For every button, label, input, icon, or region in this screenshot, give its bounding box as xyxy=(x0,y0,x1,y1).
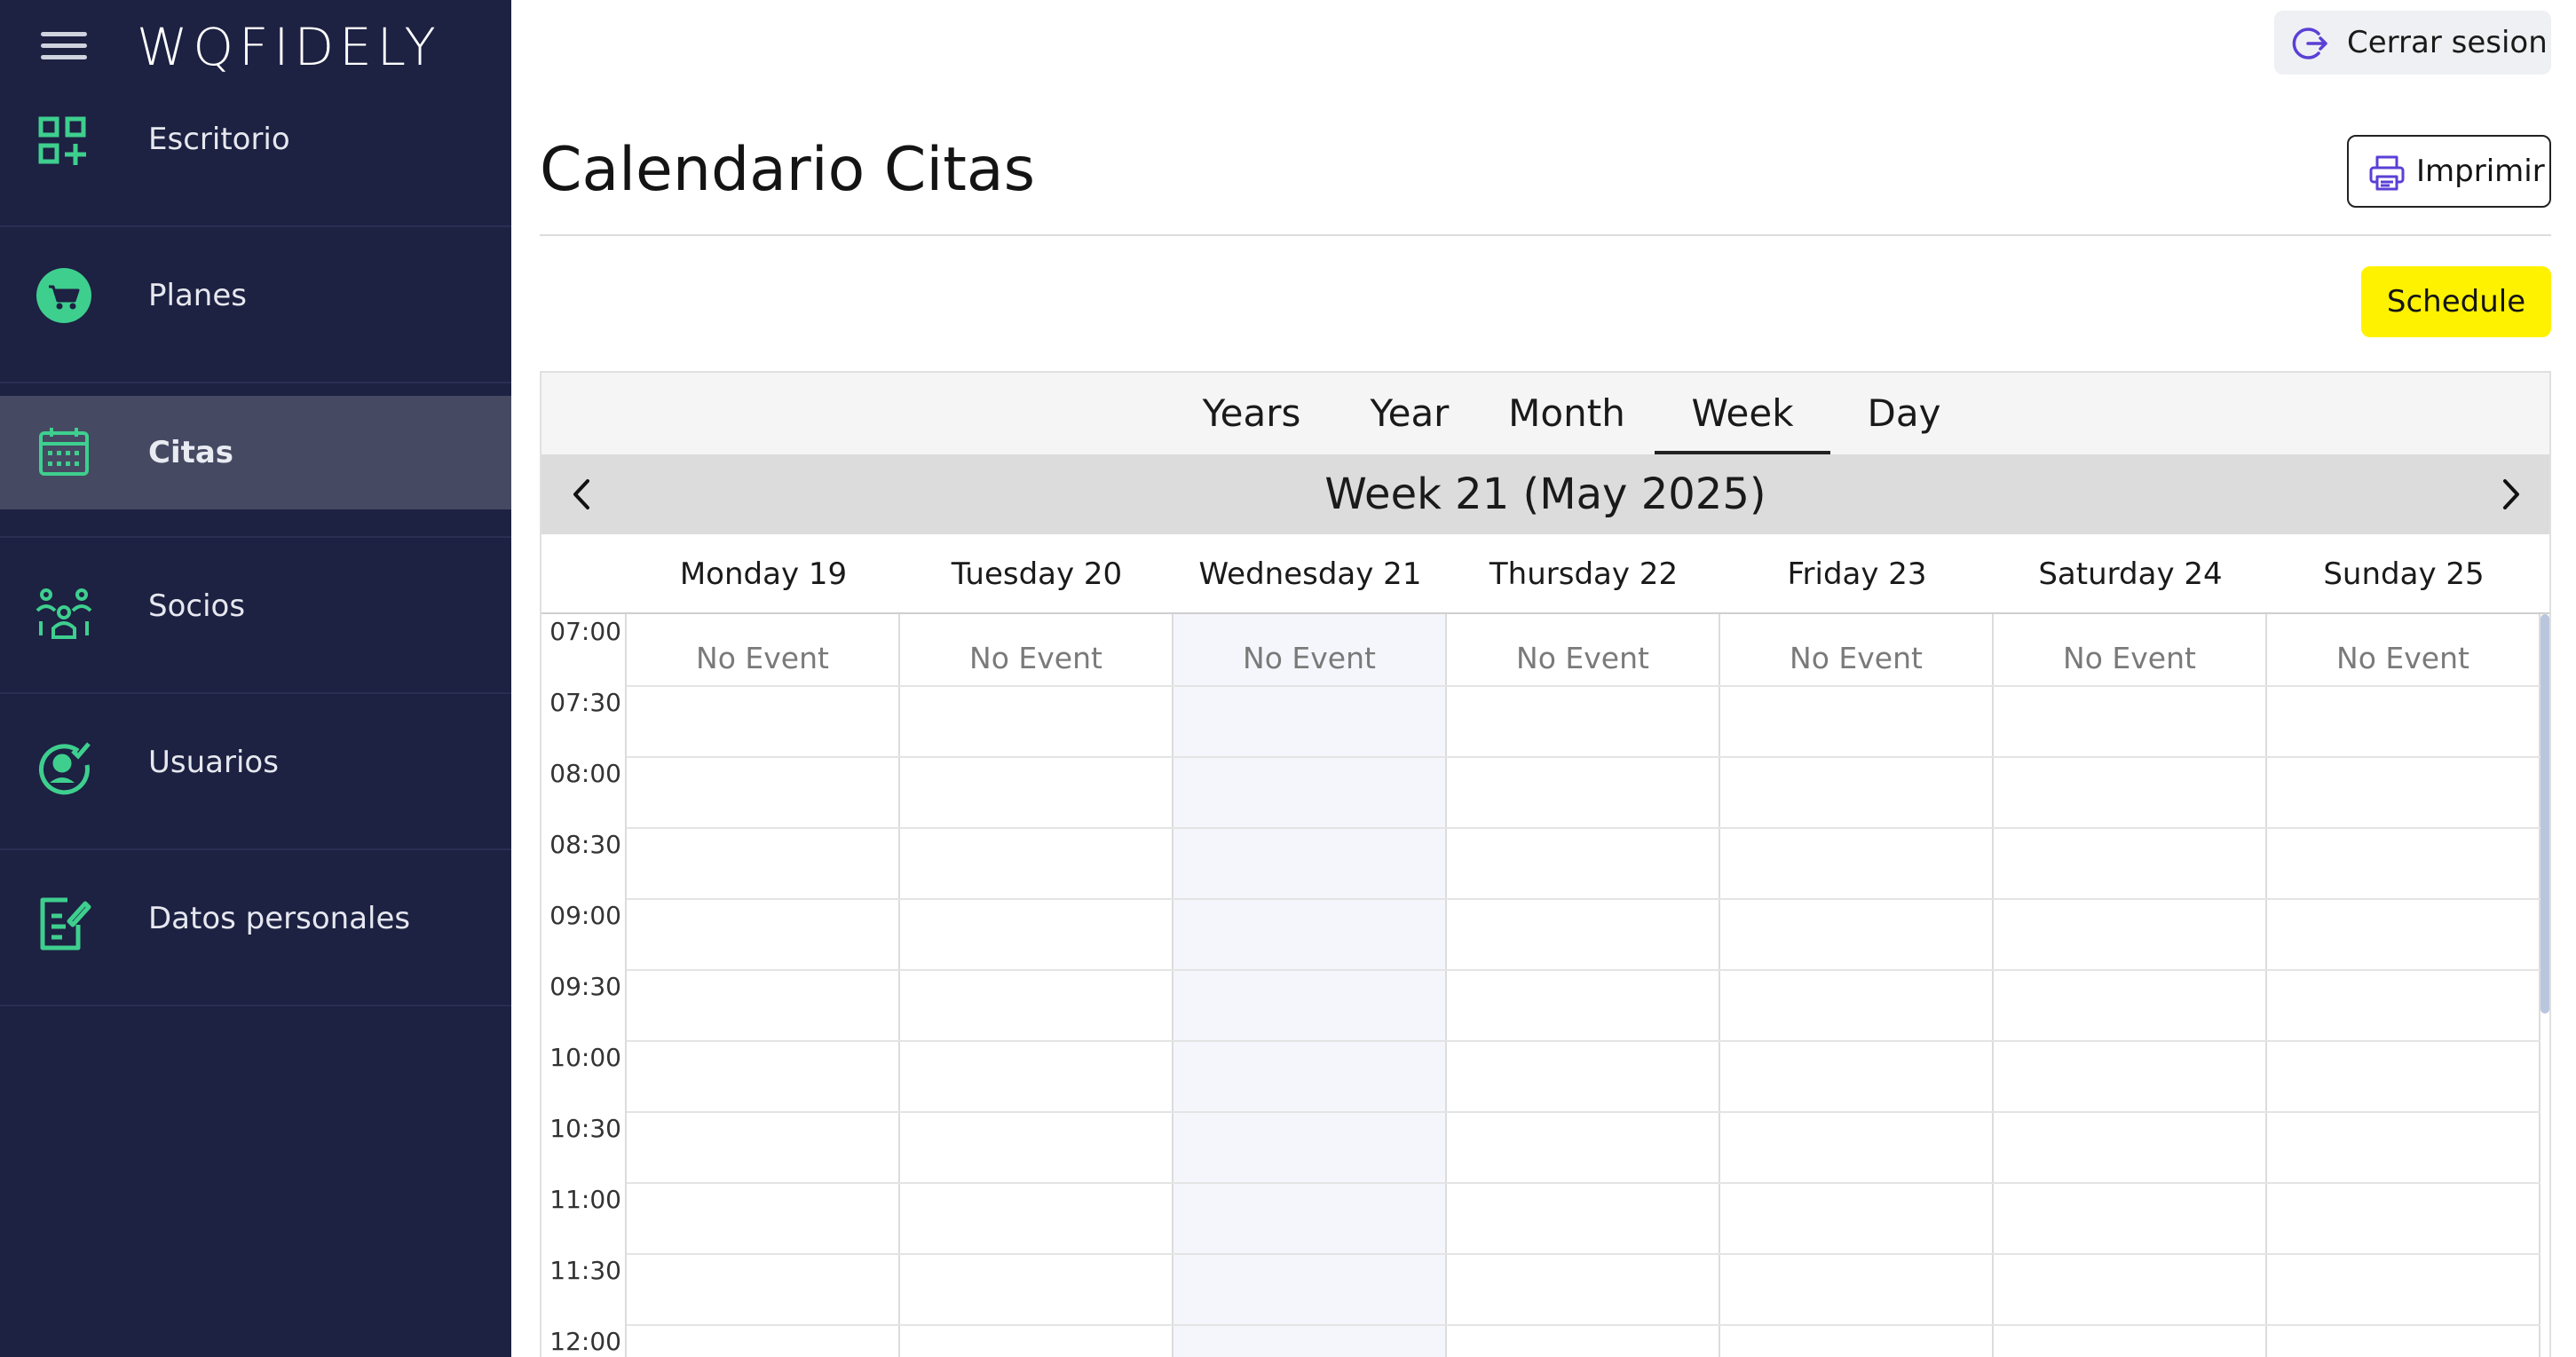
title-divider xyxy=(540,234,2551,236)
calendar: Years Year Month Week Day Week 21 (May 2… xyxy=(540,371,2551,1357)
no-event-label: No Event xyxy=(1243,641,1376,675)
no-event-label: No Event xyxy=(696,641,829,675)
slot-divider xyxy=(627,1040,2540,1042)
day-header: Saturday 24 xyxy=(2038,556,2223,592)
chevron-right-icon[interactable] xyxy=(2491,474,2532,515)
sidebar-item-label: Planes xyxy=(148,278,247,313)
day-header: Wednesday 21 xyxy=(1198,556,1422,592)
logout-icon xyxy=(2292,28,2327,59)
no-event-label: No Event xyxy=(1790,641,1923,675)
menu-toggle-icon[interactable] xyxy=(41,30,87,62)
day-column[interactable]: No Event xyxy=(627,614,900,1357)
day-column[interactable]: No Event xyxy=(900,614,1173,1357)
no-event-label: No Event xyxy=(2063,641,2196,675)
slot-divider xyxy=(627,1182,2540,1184)
day-header: Thursday 22 xyxy=(1489,556,1679,592)
tab-week[interactable]: Week xyxy=(1655,373,1830,454)
time-label: 09:00 xyxy=(549,901,621,930)
slot-divider xyxy=(627,1324,2540,1326)
cart-icon xyxy=(36,268,91,323)
logout-button[interactable]: Cerrar sesion xyxy=(2274,11,2551,75)
logout-label: Cerrar sesion xyxy=(2347,25,2548,60)
tab-year[interactable]: Year xyxy=(1340,373,1479,454)
print-label: Imprimir xyxy=(2416,154,2545,189)
print-button[interactable]: Imprimir xyxy=(2347,135,2551,208)
sidebar-item-label: Socios xyxy=(148,588,246,624)
dashboard-add-icon xyxy=(38,116,86,165)
sidebar: WQFIDELY Escritorio Planes Citas Socios … xyxy=(0,0,511,1357)
sidebar-item-label: Usuarios xyxy=(148,745,279,780)
sidebar-item-socios[interactable]: Socios xyxy=(0,538,511,694)
view-tabs: Years Year Month Week Day xyxy=(541,373,2549,454)
schedule-button[interactable]: Schedule xyxy=(2361,266,2551,337)
no-event-label: No Event xyxy=(2336,641,2469,675)
brand-logo: WQFIDELY xyxy=(137,17,441,77)
day-column[interactable]: No Event xyxy=(2267,614,2540,1357)
time-label: 07:30 xyxy=(549,688,621,717)
slot-divider xyxy=(627,756,2540,758)
user-check-icon xyxy=(39,742,91,795)
time-label: 11:30 xyxy=(549,1256,621,1285)
sidebar-item-escritorio[interactable]: Escritorio xyxy=(0,71,511,227)
time-label: 07:00 xyxy=(549,617,621,646)
day-column-today[interactable]: No Event xyxy=(1173,614,1447,1357)
group-icon xyxy=(36,588,92,639)
day-header: Friday 23 xyxy=(1787,556,1927,592)
time-label: 09:30 xyxy=(549,972,621,1001)
slot-divider xyxy=(627,969,2540,971)
sidebar-item-label: Datos personales xyxy=(148,901,411,936)
day-header: Sunday 25 xyxy=(2323,556,2485,592)
calendar-icon xyxy=(39,428,89,476)
week-grid: Monday 19 Tuesday 20 Wednesday 21 Thursd… xyxy=(541,534,2549,1357)
page-title: Calendario Citas xyxy=(540,135,1036,205)
time-column: 07:00 07:30 08:00 08:30 09:00 09:30 10:0… xyxy=(541,614,627,1357)
week-navigation: Week 21 (May 2025) xyxy=(541,454,2549,534)
tab-day[interactable]: Day xyxy=(1830,373,1978,454)
sidebar-item-label: Citas xyxy=(148,435,234,470)
slot-divider xyxy=(627,827,2540,829)
tab-years[interactable]: Years xyxy=(1163,373,1340,454)
time-label: 08:30 xyxy=(549,830,621,859)
slot-divider xyxy=(627,1253,2540,1255)
time-label: 08:00 xyxy=(549,759,621,788)
time-label: 12:00 xyxy=(549,1327,621,1356)
day-column[interactable]: No Event xyxy=(1447,614,1720,1357)
no-event-label: No Event xyxy=(1516,641,1649,675)
no-event-label: No Event xyxy=(969,641,1102,675)
week-label: Week 21 (May 2025) xyxy=(1324,469,1766,519)
edit-document-icon xyxy=(40,897,91,951)
calendar-scrollbar[interactable] xyxy=(2540,614,2549,1014)
day-header: Monday 19 xyxy=(679,556,848,592)
day-column[interactable]: No Event xyxy=(1720,614,1994,1357)
day-column[interactable]: No Event xyxy=(1994,614,2267,1357)
printer-icon xyxy=(2369,155,2405,191)
time-label: 10:30 xyxy=(549,1114,621,1143)
sidebar-item-planes[interactable]: Planes xyxy=(0,227,511,383)
sidebar-item-usuarios[interactable]: Usuarios xyxy=(0,694,511,850)
sidebar-item-datos-personales[interactable]: Datos personales xyxy=(0,850,511,1006)
sidebar-item-label: Escritorio xyxy=(148,122,290,157)
time-label: 11:00 xyxy=(549,1185,621,1214)
day-header: Tuesday 20 xyxy=(951,556,1123,592)
time-label: 10:00 xyxy=(549,1043,621,1072)
day-headers: Monday 19 Tuesday 20 Wednesday 21 Thursd… xyxy=(541,534,2549,614)
slot-divider xyxy=(627,1111,2540,1113)
tab-month[interactable]: Month xyxy=(1479,373,1655,454)
slot-divider xyxy=(627,898,2540,900)
slot-divider xyxy=(627,685,2540,687)
sidebar-item-citas[interactable]: Citas xyxy=(0,396,511,538)
